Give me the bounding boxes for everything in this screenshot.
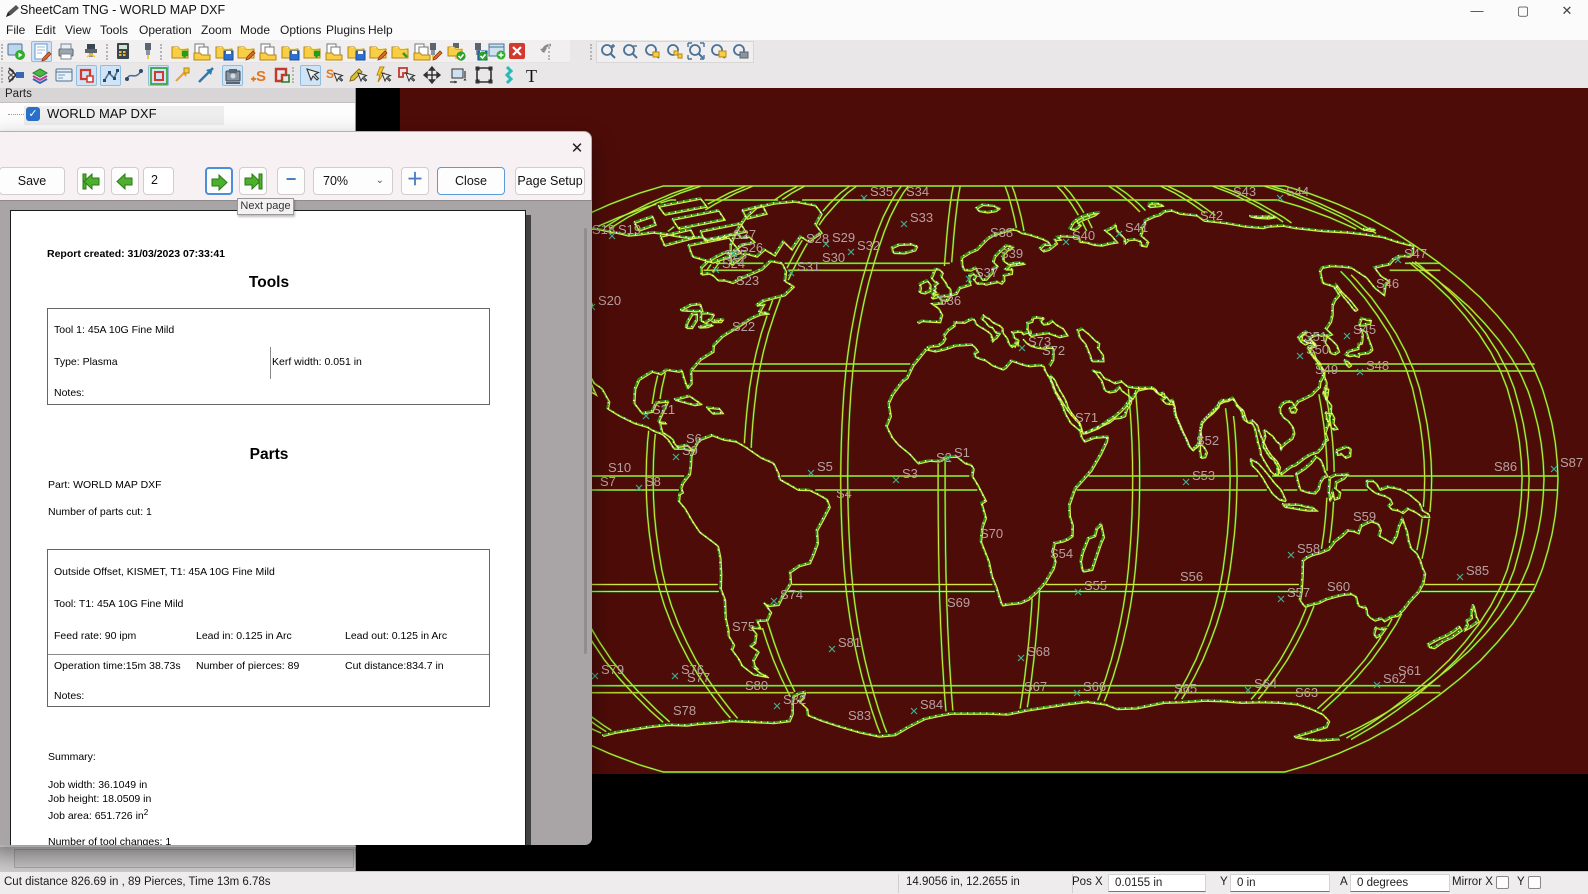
svg-text:S20: S20: [598, 293, 621, 308]
svg-text:S24: S24: [722, 256, 745, 271]
svg-text:S67: S67: [1024, 679, 1047, 694]
svg-text:S70: S70: [980, 526, 1003, 541]
svg-text:S79: S79: [601, 662, 624, 677]
svg-text:S58: S58: [1297, 541, 1320, 556]
svg-text:S62: S62: [1383, 671, 1406, 686]
svg-text:S31: S31: [797, 259, 820, 274]
svg-text:S50: S50: [1306, 342, 1329, 357]
svg-text:T: T: [526, 66, 537, 85]
svg-text:S75: S75: [732, 619, 755, 634]
svg-text:S9: S9: [682, 443, 698, 458]
svg-text:S1: S1: [954, 445, 970, 460]
svg-text:S85: S85: [1466, 563, 1489, 578]
svg-text:S69: S69: [947, 595, 970, 610]
svg-text:S3: S3: [902, 466, 918, 481]
svg-text:S42: S42: [1200, 208, 1223, 223]
svg-text:S81: S81: [838, 635, 861, 650]
svg-text:S83: S83: [848, 708, 871, 723]
svg-text:S77: S77: [687, 670, 710, 685]
svg-text:S21: S21: [652, 402, 675, 417]
svg-text:S10: S10: [608, 460, 631, 475]
svg-text:S34: S34: [906, 184, 929, 199]
svg-text:S37: S37: [975, 265, 998, 280]
svg-text:S41: S41: [1125, 220, 1148, 235]
svg-text:S32: S32: [857, 238, 880, 253]
svg-text:S45: S45: [1353, 322, 1376, 337]
svg-text:S54: S54: [1050, 546, 1073, 561]
svg-text:S48: S48: [1366, 358, 1389, 373]
svg-text:S84: S84: [920, 697, 943, 712]
svg-text:S59: S59: [1353, 509, 1376, 524]
svg-text:S35: S35: [870, 184, 893, 199]
svg-text:S39: S39: [1000, 246, 1023, 261]
svg-text:S7: S7: [600, 474, 616, 489]
svg-text:S38: S38: [990, 225, 1013, 240]
svg-text:S: S: [326, 67, 334, 81]
svg-text:S19: S19: [618, 222, 641, 237]
svg-text:S82: S82: [783, 692, 806, 707]
svg-text:S46: S46: [1376, 276, 1399, 291]
svg-text:S29: S29: [832, 230, 855, 245]
svg-text:S52: S52: [1196, 433, 1219, 448]
svg-text:S60: S60: [1327, 579, 1350, 594]
svg-text:S: S: [256, 68, 266, 85]
svg-text:S36: S36: [938, 293, 961, 308]
svg-text:S80: S80: [745, 678, 768, 693]
svg-text:S30: S30: [822, 250, 845, 265]
svg-text:S68: S68: [1027, 644, 1050, 659]
svg-text:S33: S33: [910, 210, 933, 225]
svg-text:S63: S63: [1295, 685, 1318, 700]
svg-text:S22: S22: [732, 319, 755, 334]
svg-text:S23: S23: [736, 273, 759, 288]
svg-text:S57: S57: [1287, 585, 1310, 600]
svg-text:S43: S43: [1233, 184, 1256, 199]
svg-text:S44: S44: [1286, 184, 1309, 199]
svg-text:S78: S78: [673, 703, 696, 718]
svg-text:S56: S56: [1180, 569, 1203, 584]
svg-text:S65: S65: [1174, 681, 1197, 696]
svg-text:S87: S87: [1560, 455, 1583, 470]
svg-text:S4: S4: [836, 486, 852, 501]
svg-text:S74: S74: [780, 587, 803, 602]
svg-text:S5: S5: [817, 459, 833, 474]
svg-text:S53: S53: [1192, 468, 1215, 483]
svg-text:S66: S66: [1083, 679, 1106, 694]
svg-text:S40: S40: [1072, 228, 1095, 243]
svg-text:S18: S18: [592, 222, 615, 237]
svg-text:S49: S49: [1315, 362, 1338, 377]
svg-text:S64: S64: [1254, 676, 1277, 691]
svg-text:S72: S72: [1042, 343, 1065, 358]
svg-text:S71: S71: [1075, 410, 1098, 425]
svg-text:S47: S47: [1404, 246, 1427, 261]
svg-text:S55: S55: [1084, 578, 1107, 593]
svg-text:S86: S86: [1494, 459, 1517, 474]
svg-text:S8: S8: [645, 474, 661, 489]
